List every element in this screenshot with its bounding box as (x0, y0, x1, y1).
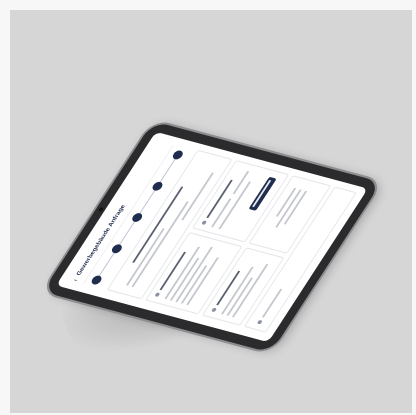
section-icon (154, 292, 161, 298)
section-icon (210, 307, 218, 313)
tablet-device: ‹ Gewerbegebäude Anfrage (42, 121, 382, 353)
tablet-mockup: ‹ Gewerbegebäude Anfrage (0, 0, 416, 415)
section-icon (201, 220, 208, 226)
chevron-left-icon[interactable]: ‹ (72, 278, 80, 282)
step-2[interactable] (110, 243, 124, 255)
step-4[interactable] (150, 180, 165, 192)
option-line (232, 170, 250, 195)
step-1[interactable] (89, 274, 104, 286)
checkbox-icon[interactable] (256, 319, 263, 325)
step-3[interactable] (130, 212, 145, 223)
step-5[interactable] (170, 149, 185, 161)
footer-line (261, 288, 283, 318)
tablet-screen: ‹ Gewerbegebäude Anfrage (56, 131, 368, 343)
continue-button-label (252, 180, 272, 208)
